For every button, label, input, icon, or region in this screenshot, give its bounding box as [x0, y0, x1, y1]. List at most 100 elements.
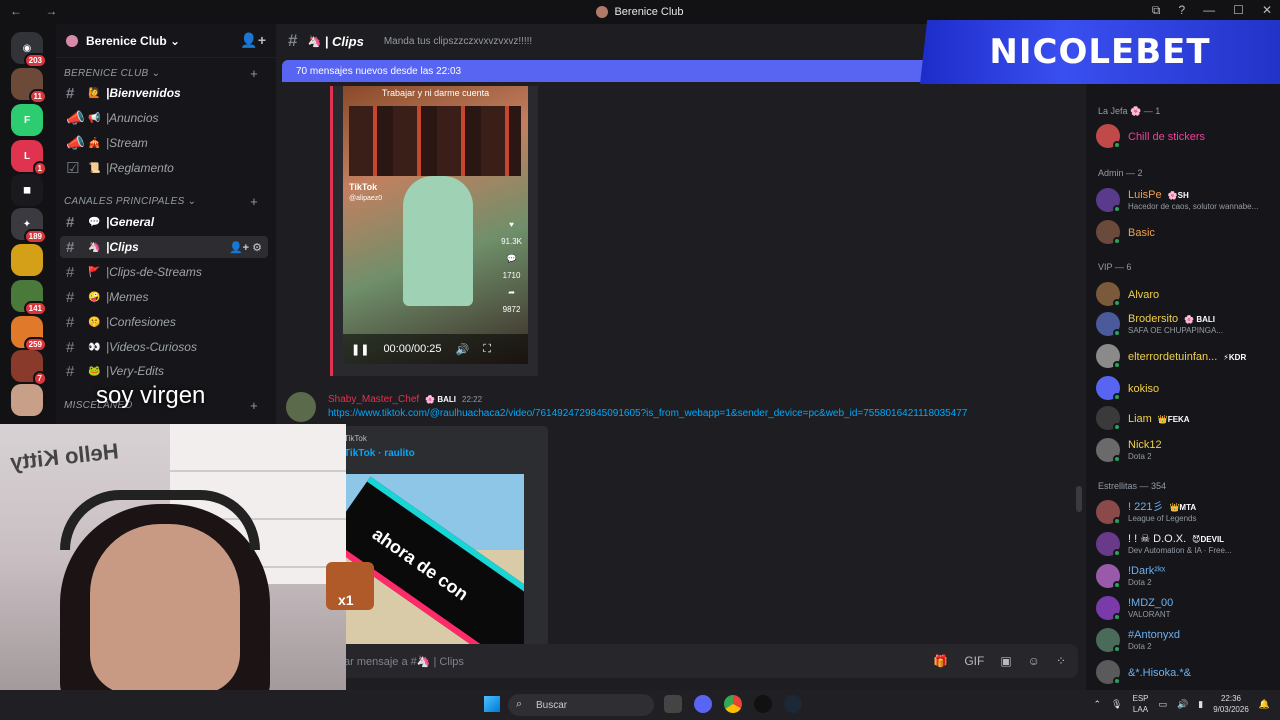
windows-start-icon[interactable] — [484, 696, 500, 712]
close-button[interactable]: ✕ — [1262, 3, 1272, 18]
member-item[interactable]: ! ! ☠ D.O.X. 😈DEVIL Dev Automation & IA · … — [1096, 530, 1276, 558]
volume-icon[interactable]: 🔊 — [456, 343, 470, 356]
avatar[interactable] — [286, 392, 316, 422]
notification-icon[interactable]: 🔔 — [1259, 699, 1270, 710]
mic-icon[interactable]: 🎙 — [1111, 699, 1122, 710]
status-dot — [1113, 329, 1121, 337]
inbox-icon[interactable]: ⧉ — [1152, 3, 1161, 18]
emoji-icon[interactable]: ☺ — [1028, 654, 1040, 668]
role-tag: 🌸 BALI — [425, 395, 457, 404]
channel-label: Reglamento — [109, 161, 174, 175]
obs-icon[interactable] — [754, 695, 772, 713]
apps-icon[interactable]: ⁘ — [1056, 654, 1066, 668]
member-item[interactable]: Brodersito 🌸 BALI SAFA OE CHUPAPINGA... — [1096, 310, 1276, 338]
server-11-icon[interactable] — [11, 384, 43, 416]
channel-topic[interactable]: Manda tus clipszzczxvxvzvxvz!!!!! — [384, 36, 532, 47]
sticker-icon[interactable]: ▣ — [1000, 654, 1011, 668]
system-tray: ⌃ 🎙 ESP LAA ▭ 🔊 ▮ 22:36 9/03/2026 🔔 — [1094, 693, 1271, 715]
video-attachment[interactable]: Trabajar y ni darme cuenta TikTok @alipa… — [330, 86, 538, 376]
member-name: &*.Hisoka.*& — [1128, 666, 1191, 679]
server-4-icon[interactable]: L1 — [11, 140, 47, 176]
message-link[interactable]: https://www.tiktok.com/@raulhuachaca2/vi… — [328, 408, 967, 419]
member-item[interactable]: Basic — [1096, 218, 1276, 246]
server-3-icon[interactable]: F — [11, 104, 43, 136]
member-item[interactable]: !MDZ_00 VALORANT — [1096, 594, 1276, 622]
taskbar-search[interactable]: ⌕ Buscar — [508, 694, 654, 716]
minimize-button[interactable]: — — [1203, 3, 1215, 18]
add-channel-icon[interactable]: + — [250, 398, 258, 413]
new-messages-bar[interactable]: 70 mensajes nuevos desde las 22:03 — [282, 60, 942, 82]
server-9-icon[interactable]: 259 — [11, 316, 47, 352]
add-channel-icon[interactable]: + — [250, 66, 258, 81]
member-item[interactable]: Alvaro — [1096, 280, 1276, 308]
member-item[interactable]: elterrordetuinfan... ⚡KDR — [1096, 342, 1276, 370]
server-8-icon[interactable]: 141 — [11, 280, 47, 316]
chevron-up-icon[interactable]: ⌃ — [1094, 699, 1102, 710]
channel-confesiones[interactable]: # 🤫 | Confesiones — [60, 311, 268, 333]
video-stats: ♥ 91.3K 💬 1710 ➦ 9872 — [501, 216, 522, 318]
help-icon[interactable]: ? — [1178, 3, 1185, 18]
channel-reglamento[interactable]: ☑ 📜 | Reglamento — [60, 157, 268, 179]
stream-caption: soy virgen — [96, 382, 206, 409]
member-item[interactable]: Chill de stickers — [1096, 122, 1276, 150]
add-user-icon[interactable]: 👤+ — [240, 32, 266, 49]
nav-arrows[interactable]: ← → — [10, 4, 67, 18]
channel-bienvenidos[interactable]: # 🙋 | Bienvenidos — [60, 82, 268, 104]
member-name-row: elterrordetuinfan... ⚡KDR — [1128, 350, 1246, 363]
member-item[interactable]: !Dark²ᵏˣ Dota 2 — [1096, 562, 1276, 590]
member-info: !MDZ_00 VALORANT — [1128, 596, 1173, 620]
member-name: Brodersito — [1128, 313, 1179, 325]
channel-clips-de-streams[interactable]: # 🚩 | Clips-de-Streams — [60, 261, 268, 283]
maximize-button[interactable]: ☐ — [1233, 3, 1244, 18]
gif-icon[interactable]: GIF — [964, 654, 984, 668]
gift-icon[interactable]: 🎁 — [933, 654, 948, 668]
message-input[interactable]: ar mensaje a #🦄 | Clips 🎁 GIF ▣ ☺ ⁘ — [288, 644, 1078, 678]
channel-memes[interactable]: # 🤪 | Memes — [60, 286, 268, 308]
add-channel-icon[interactable]: + — [250, 194, 258, 209]
member-item[interactable]: kokiso — [1096, 374, 1276, 402]
member-item[interactable]: Nick12 Dota 2 — [1096, 436, 1276, 464]
server-7-icon[interactable] — [11, 244, 43, 276]
discord-icon[interactable] — [694, 695, 712, 713]
volume-icon[interactable]: 🔊 — [1177, 699, 1188, 710]
channel-label: Very-Edits — [109, 364, 165, 378]
pause-icon[interactable]: ❚❚ — [351, 343, 369, 356]
channel-videos-curiosos[interactable]: # 👀 | Videos-Curiosos — [60, 336, 268, 358]
channel-general[interactable]: # 💬 | General — [60, 211, 268, 233]
member-item[interactable]: &*.Hisoka.*& — [1096, 658, 1276, 686]
heart-icon: ♥ — [509, 220, 514, 229]
server-6-icon[interactable]: ✦ 189 — [11, 208, 47, 244]
chrome-icon[interactable] — [724, 695, 742, 713]
server-2-icon[interactable]: 11 — [11, 68, 47, 104]
clock[interactable]: 22:36 9/03/2026 — [1213, 693, 1249, 715]
channel-settings-icon[interactable]: 👤+ ⚙ — [229, 241, 262, 254]
category-berenice-club[interactable]: BERENICE CLUB ⌄ + — [64, 66, 264, 81]
file-explorer-icon[interactable] — [664, 695, 682, 713]
steam-icon[interactable] — [784, 695, 802, 713]
member-name-row: !Dark²ᵏˣ — [1128, 564, 1165, 577]
channel-stream[interactable]: 📣 🎪 | Stream — [60, 132, 268, 154]
channel-very-edits[interactable]: # 🐸 | Very-Edits — [60, 360, 268, 382]
member-item[interactable]: #Antonyxd Dota 2 — [1096, 626, 1276, 654]
language-indicator[interactable]: ESP LAA — [1132, 693, 1148, 715]
embed-title[interactable]: TikTok · raulito — [344, 448, 415, 459]
member-item[interactable]: LuisPe 🌸SH Hacedor de caos, solutor wannab… — [1096, 186, 1276, 214]
member-item[interactable]: ! 221彡 👑MTA League of Legends — [1096, 498, 1276, 526]
server-10-icon[interactable]: 7 — [11, 350, 47, 386]
channel-anuncios[interactable]: 📣 📢 | Anuncios — [60, 107, 268, 129]
avatar — [1096, 500, 1121, 525]
member-name: Nick12 — [1128, 439, 1162, 451]
server-5-icon[interactable]: ◼ — [11, 174, 43, 206]
server-1-icon[interactable]: ◉ 203 — [11, 32, 47, 68]
network-icon[interactable]: ▭ — [1159, 699, 1168, 710]
battery-icon[interactable]: ▮ — [1198, 699, 1203, 710]
fullscreen-icon[interactable]: ⛶ — [483, 343, 491, 356]
channel-clips[interactable]: # 🦄 | Clips 👤+ ⚙ — [60, 236, 268, 258]
channel-emoji: 🚩 — [88, 266, 101, 278]
author-name[interactable]: Shaby_Master_Chef — [328, 394, 419, 405]
server-glyph: ◉ — [22, 42, 32, 54]
member-item[interactable]: Liam 👑FEKA — [1096, 404, 1276, 432]
category-canales-principales[interactable]: CANALES PRINCIPALES ⌄ + — [64, 194, 264, 209]
scrollbar[interactable] — [1076, 486, 1082, 512]
guild-header[interactable]: Berenice Club ⌄ 👤+ — [56, 24, 276, 58]
